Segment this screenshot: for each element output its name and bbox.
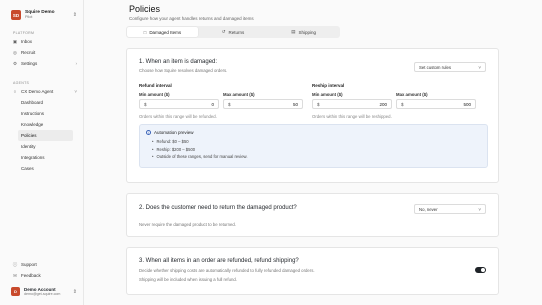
- sidebar: SD Squire Demo Pilot ⇕ PLATFORM ▣ Inbox …: [0, 0, 84, 305]
- tab-returns[interactable]: ↺ Returns: [198, 27, 269, 37]
- workspace-text: Squire Demo Pilot: [25, 10, 55, 20]
- preview-title: i Automation preview: [146, 130, 194, 135]
- sidebar-item-identity[interactable]: Identity: [18, 141, 73, 152]
- preview-title-text: Automation preview: [154, 130, 194, 135]
- sidebar-item-cases[interactable]: Cases: [18, 163, 73, 174]
- recruit-icon: ◎: [13, 49, 17, 55]
- sidebar-item-label: Feedback: [21, 273, 41, 278]
- reship-note: Orders within this range will be reshipp…: [312, 114, 392, 119]
- reship-min-label: Min amount ($): [312, 92, 343, 97]
- list-item: Outside of these ranges, send for manual…: [152, 153, 247, 161]
- sidebar-item-label: Recruit: [21, 50, 36, 55]
- return-product-card: 2. Does the customer need to return the …: [126, 193, 499, 237]
- sidebar-item-knowledge[interactable]: Knowledge: [18, 119, 73, 130]
- preview-list: Refund: $0 – $50 Reship: $200 – $500 Out…: [152, 138, 247, 161]
- select-value: Set custom rules: [419, 64, 452, 70]
- automation-preview: i Automation preview Refund: $0 – $50 Re…: [139, 124, 488, 168]
- sidebar-item-settings[interactable]: ⚙ Settings ›: [10, 58, 77, 69]
- inbox-icon: ▣: [12, 38, 18, 44]
- sidebar-item-label: Support: [21, 262, 37, 267]
- input-value: 500: [463, 101, 471, 107]
- card-heading: 1. When an item is damaged:: [139, 59, 218, 65]
- reship-max-input[interactable]: $ 500: [396, 99, 476, 109]
- sidebar-footer: ⓘ Support ✉ Feedback D Demo Account demo…: [0, 259, 83, 305]
- input-value: 200: [379, 101, 387, 107]
- account-text: Demo Account demo@get-squire.com: [24, 287, 60, 297]
- currency-symbol: $: [144, 101, 147, 107]
- tab-label: Returns: [228, 29, 245, 35]
- currency-symbol: $: [317, 101, 320, 107]
- refund-shipping-toggle[interactable]: [475, 267, 486, 273]
- chevron-right-icon: ›: [75, 61, 78, 66]
- damaged-item-card: 1. When an item is damaged: Choose how S…: [126, 48, 499, 183]
- card-heading: 2. Does the customer need to return the …: [139, 205, 297, 211]
- refund-shipping-card: 3. When all items in an order are refund…: [126, 247, 499, 295]
- workspace-switcher[interactable]: SD Squire Demo Pilot ⇕: [11, 9, 77, 21]
- tab-shipping[interactable]: ▤ Shipping: [268, 27, 339, 37]
- page-subtitle: Configure how your agent handles returns…: [129, 16, 254, 21]
- reship-max-label: Max amount ($): [396, 92, 428, 97]
- card-description-secondary: Shipping will be included when issuing a…: [139, 277, 237, 282]
- sidebar-item-dashboard[interactable]: Dashboard: [18, 97, 73, 108]
- tab-damaged-items[interactable]: □ Damaged Items: [127, 27, 198, 37]
- sidebar-item-feedback[interactable]: ✉ Feedback: [10, 270, 77, 281]
- truck-icon: ▤: [291, 29, 296, 34]
- sidebar-item-instructions[interactable]: Instructions: [18, 108, 73, 119]
- list-item: Reship: $200 – $500: [152, 146, 247, 154]
- refund-min-input[interactable]: $ 0: [139, 99, 219, 109]
- refund-interval-title: Refund interval: [139, 83, 172, 88]
- workspace-plan: Pilot: [25, 15, 33, 19]
- sidebar-item-label: Inbox: [21, 39, 33, 44]
- return-icon: ↺: [221, 29, 226, 34]
- sidebar-item-inbox[interactable]: ▣ Inbox: [10, 36, 77, 47]
- input-value: 50: [292, 101, 298, 107]
- reship-min-input[interactable]: $ 200: [312, 99, 392, 109]
- account-email: demo@get-squire.com: [24, 291, 61, 296]
- tab-label: Shipping: [298, 29, 317, 35]
- app-root: SD Squire Demo Pilot ⇕ PLATFORM ▣ Inbox …: [0, 0, 542, 305]
- currency-symbol: $: [401, 101, 404, 107]
- refund-max-input[interactable]: $ 50: [223, 99, 303, 109]
- sidebar-item-integrations[interactable]: Integrations: [18, 152, 73, 163]
- feedback-icon: ✉: [13, 272, 17, 278]
- card-description: Decide whether shipping costs are automa…: [139, 268, 315, 273]
- currency-symbol: $: [228, 101, 231, 107]
- page-title: Policies: [129, 4, 161, 14]
- list-item: Refund: $0 – $50: [152, 138, 247, 146]
- refund-note: Orders within this range will be refunde…: [139, 114, 217, 119]
- gear-icon: ⚙: [12, 60, 18, 66]
- package-icon: □: [143, 29, 147, 35]
- return-required-select[interactable]: No, never ˅: [414, 204, 486, 214]
- workspace-logo: SD: [11, 10, 21, 20]
- sidebar-item-agent[interactable]: ○ CX Demo Agent ˅: [10, 86, 77, 97]
- card-description: Choose how Squire resolves damaged order…: [139, 68, 228, 73]
- sidebar-item-label: CX Demo Agent: [21, 89, 54, 94]
- sidebar-item-label: Settings: [21, 61, 38, 66]
- chevron-down-icon: ˅: [478, 64, 481, 70]
- agent-icon: ○: [13, 89, 17, 94]
- sidebar-item-support[interactable]: ⓘ Support: [10, 259, 77, 270]
- select-value: No, never: [419, 206, 438, 212]
- info-icon: i: [146, 130, 151, 135]
- damaged-action-select[interactable]: Set custom rules ˅: [414, 62, 486, 72]
- refund-max-label: Max amount ($): [223, 92, 255, 97]
- chevron-down-icon: ˅: [74, 89, 77, 94]
- help-icon: ⓘ: [12, 261, 18, 267]
- account-name: Demo Account: [24, 286, 56, 292]
- chevron-updown-icon: ⇕: [72, 288, 77, 295]
- input-value: 0: [211, 101, 214, 107]
- main-content: Policies Configure how your agent handle…: [84, 0, 542, 305]
- reship-interval-title: Reship interval: [312, 83, 345, 88]
- sidebar-item-recruit[interactable]: ◎ Recruit: [10, 47, 77, 58]
- card-description: Never require the damaged product to be …: [139, 222, 236, 227]
- tab-label: Damaged Items: [149, 29, 182, 35]
- policy-tabs: □ Damaged Items ↺ Returns ▤ Shipping: [126, 26, 340, 38]
- sidebar-item-policies[interactable]: Policies: [18, 130, 73, 141]
- chevron-updown-icon: ⇕: [72, 12, 77, 18]
- avatar: D: [11, 287, 20, 296]
- refund-min-label: Min amount ($): [139, 92, 170, 97]
- account-menu[interactable]: D Demo Account demo@get-squire.com ⇕: [11, 285, 77, 298]
- chevron-down-icon: ˅: [478, 206, 481, 212]
- card-heading: 3. When all items in an order are refund…: [139, 258, 299, 264]
